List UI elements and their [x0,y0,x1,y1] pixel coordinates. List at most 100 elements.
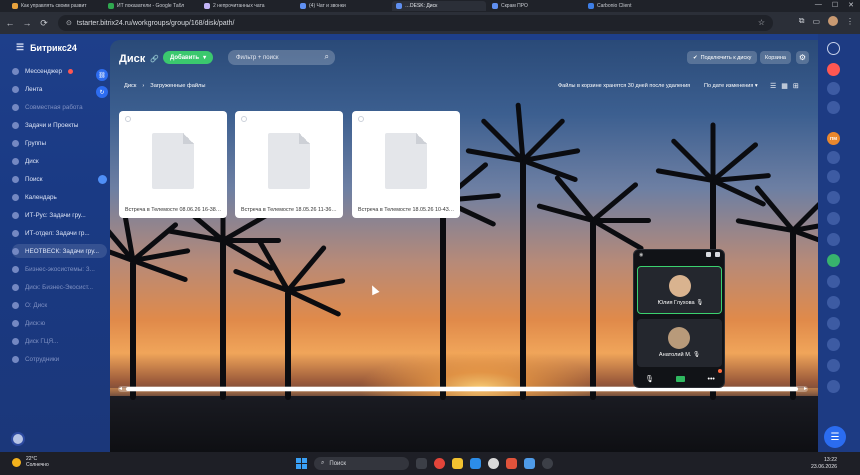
rail-app-icon[interactable] [827,82,840,95]
participant-tile[interactable]: Анатолий М. 🎙 [637,319,722,367]
breadcrumb-root[interactable]: Диск [124,83,136,89]
rail-app-icon[interactable] [827,233,840,246]
link-icon[interactable]: ⛓ [96,69,108,81]
sidebar-item[interactable]: Мессенджер [12,64,107,78]
rail-app-icon[interactable] [827,338,840,351]
select-checkbox[interactable] [241,116,247,122]
minimize-icon[interactable]: — [815,1,822,9]
app-icon[interactable] [506,458,517,469]
sidebar-item[interactable]: Поиск [12,172,107,186]
yandex-icon[interactable] [488,458,499,469]
add-button[interactable]: Добавить ▾ [163,51,214,64]
list-view-icon[interactable]: ☰ [770,82,776,90]
filter-search-input[interactable]: Фильтр + поиск ⌕ [228,50,335,65]
sidebar-item[interactable]: Лента [12,82,107,96]
sidebar-item[interactable]: ИТ-отдел: Задачи гр... [12,226,107,240]
maximize-icon[interactable]: ☐ [832,1,838,9]
browser-tab[interactable]: ИТ показатели - Google Табл [104,1,198,11]
rail-app-icon[interactable] [827,296,840,309]
back-icon[interactable]: ← [3,16,17,30]
breadcrumb-current[interactable]: Загруженные файлы [150,83,205,89]
select-checkbox[interactable] [125,116,131,122]
sort-dropdown[interactable]: По дате изменения ▾ [704,83,758,89]
rail-app-icon[interactable] [827,254,840,267]
sidebar-item[interactable]: Задачи и Проекты [12,118,107,132]
rail-app-icon[interactable] [827,317,840,330]
copy-link-icon[interactable]: 🔗 [150,55,159,63]
file-card[interactable]: Встреча в Телемосте 18.05.26 11-36-0... [235,111,343,218]
sidebar-item[interactable]: НЕОТВЕСК: Задачи гру... [12,244,107,258]
participant-tile[interactable]: Юлия Глухова 🎙 [637,266,722,314]
brand[interactable]: ☰ Битрикс24 [16,42,77,53]
taskbar-search[interactable]: ⌕ Поиск [314,457,409,470]
extensions-icon[interactable]: ⧉ [799,16,805,26]
file-card[interactable]: Встреча в Телемосте 08.06.26 16-38-... [119,111,227,218]
mail-icon[interactable] [470,458,481,469]
file-card[interactable]: Встреча в Телемосте 18.05.26 10-43-... [352,111,460,218]
sidebar-item[interactable]: Бизнес-экосистемы: З... [12,262,107,276]
windows-start-icon[interactable] [296,458,307,469]
gear-icon[interactable]: ⚙ [796,51,809,64]
browser-tab[interactable]: Скрам ПРО [488,1,582,11]
video-call-window[interactable]: ◉ Юлия Глухова 🎙 Анатолий М. 🎙 🎙 ••• [633,249,725,388]
rail-app-icon[interactable] [827,191,840,204]
forward-icon[interactable]: → [20,16,34,30]
sidebar-item[interactable]: Диск [12,154,107,168]
search-icon[interactable]: ⌕ [325,52,329,62]
browser-tab[interactable]: (4) Чат и звонки [296,1,390,11]
chrome-icon[interactable] [434,458,445,469]
sidebar-item[interactable]: Диск:ю [12,316,107,330]
task-view-icon[interactable] [416,458,427,469]
browser-tab[interactable]: Carbonio Client [584,1,678,11]
system-clock[interactable]: 13:22 23.06.2026 [811,457,837,471]
menu-kebab-icon[interactable]: ⋮ [846,17,854,26]
camera-icon[interactable] [676,376,686,382]
chat-fab-icon[interactable]: ☰ [824,426,846,448]
microphone-icon[interactable]: 🎙 [645,375,654,383]
rail-app-icon[interactable] [827,42,840,55]
call-minimize-icon[interactable] [706,252,711,257]
close-icon[interactable]: ✕ [848,1,854,9]
edge-icon[interactable] [524,458,535,469]
browser-tab[interactable]: 2 непрочитанных чата [200,1,294,11]
rail-app-icon[interactable] [827,380,840,393]
rail-app-icon[interactable] [827,275,840,288]
user-avatar[interactable] [11,432,25,446]
address-bar[interactable]: ⊙ tstarter.bitrix24.ru/workgroups/group/… [58,15,773,31]
sidebar-icon[interactable]: ▭ [812,17,820,26]
rail-app-icon[interactable] [827,212,840,225]
call-expand-icon[interactable] [715,252,720,257]
grid-view-icon[interactable]: ▦ [781,82,788,90]
rail-app-icon[interactable] [827,170,840,183]
trash-button[interactable]: Корзина [760,51,791,64]
rail-app-icon[interactable] [827,359,840,372]
sidebar-item[interactable]: О: Диск [12,298,107,312]
reload-icon[interactable]: ⟳ [37,16,51,30]
browser-tab[interactable]: Как управлять своим развит [8,1,102,11]
connect-to-disk-button[interactable]: ✔ Подключить к диску [687,51,758,64]
rail-app-icon[interactable] [827,101,840,114]
tile-view-icon[interactable]: ⊞ [793,82,799,90]
sidebar-item[interactable]: Сотрудники [12,352,107,366]
burger-menu-icon[interactable]: ☰ [16,42,24,53]
rail-app-icon[interactable] [827,63,840,76]
rail-app-icon[interactable]: ПМ [827,132,840,145]
scroll-right-icon[interactable]: ▸ [804,385,807,392]
profile-avatar[interactable] [828,16,838,26]
scroll-left-icon[interactable]: ◂ [119,385,122,392]
sidebar-item[interactable]: Календарь [12,190,107,204]
rail-app-icon[interactable] [827,151,840,164]
sidebar-item[interactable]: Группы [12,136,107,150]
refresh-icon[interactable]: ↻ [96,86,108,98]
settings-icon[interactable] [542,458,553,469]
sidebar-item[interactable]: ИТ-Рус: Задачи гру... [12,208,107,222]
browser-tab[interactable]: …DESK: Диск [392,1,486,11]
file-explorer-icon[interactable] [452,458,463,469]
sidebar-item[interactable]: Диск ГЦЯ... [12,334,107,348]
select-checkbox[interactable] [358,116,364,122]
sidebar-item[interactable]: Диск: Бизнес-Экосист... [12,280,107,294]
sidebar-item[interactable]: Совместная работа [12,100,107,114]
more-icon[interactable]: ••• [708,376,715,383]
bookmark-star-icon[interactable]: ☆ [758,18,765,27]
site-info-icon[interactable]: ⊙ [66,19,72,27]
